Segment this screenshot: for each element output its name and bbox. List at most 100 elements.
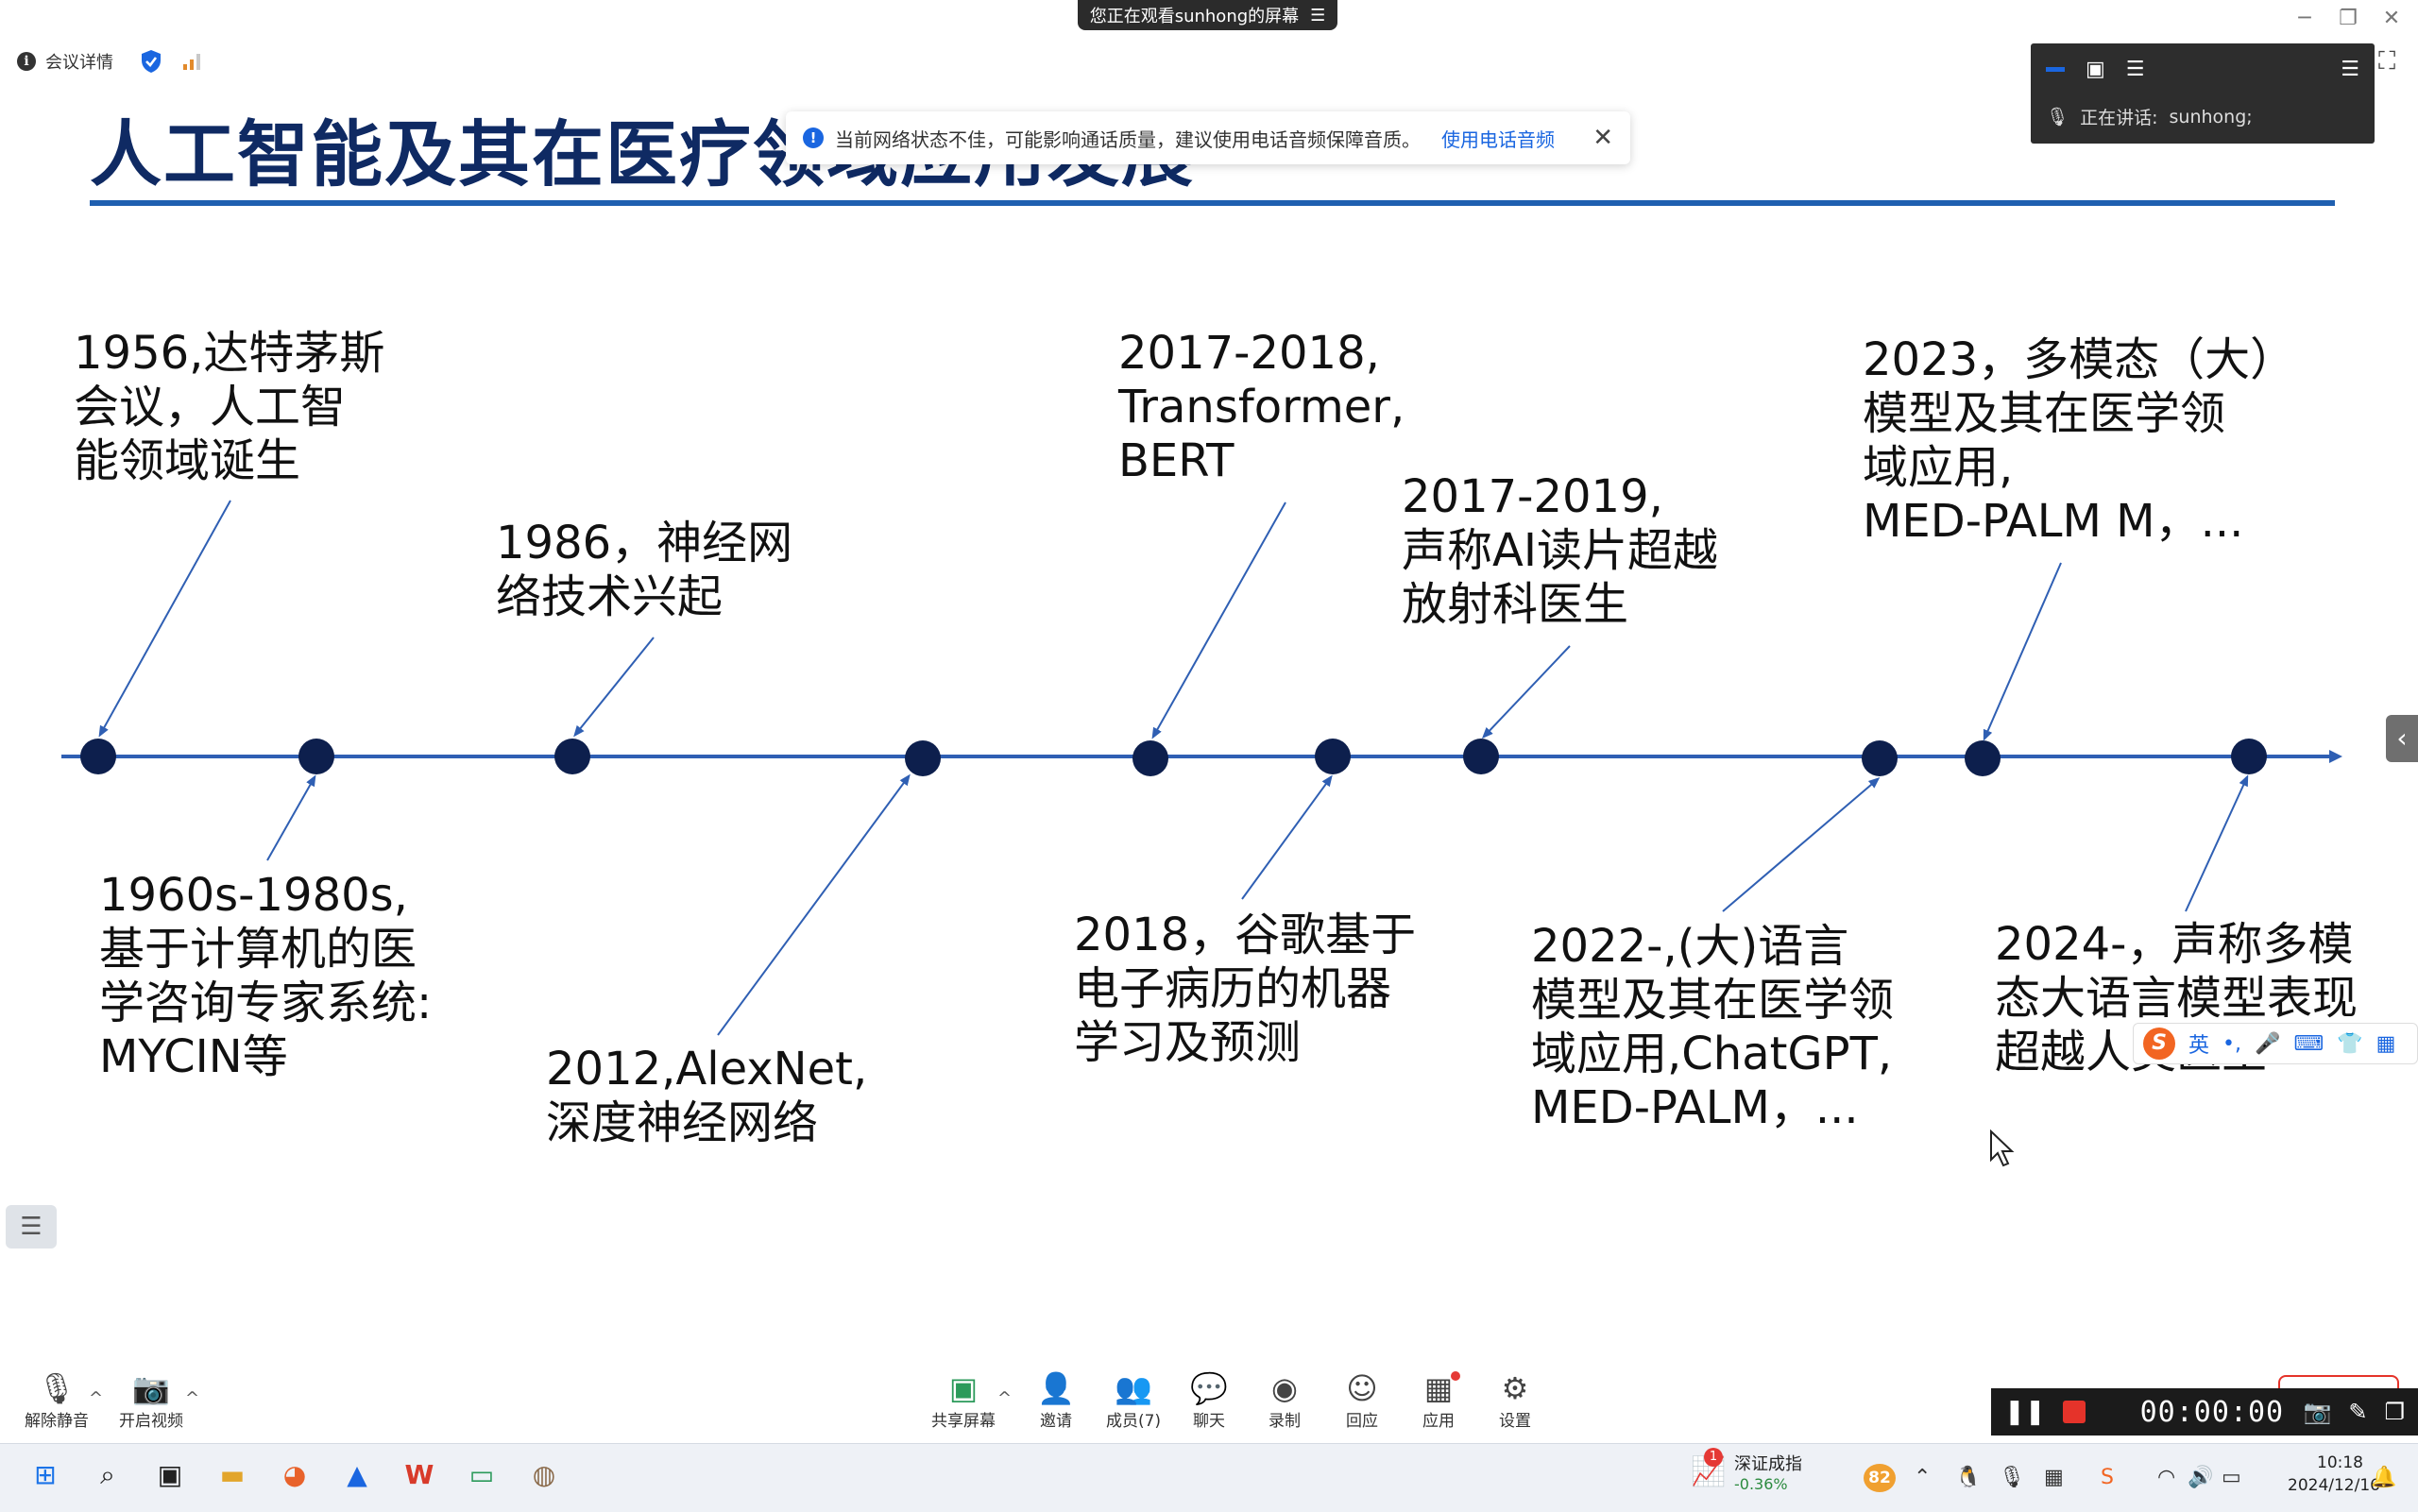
notification-bell-icon[interactable]: 🔔 bbox=[2371, 1466, 2396, 1489]
start-video-label: 开启视频 bbox=[119, 1412, 183, 1431]
reaction-label: 回应 bbox=[1346, 1412, 1378, 1431]
timeline-dot bbox=[554, 739, 590, 774]
punctuation-icon[interactable]: •, bbox=[2222, 1032, 2241, 1056]
apps-button[interactable]: ▦ 应用 bbox=[1401, 1369, 1476, 1431]
pointer-line bbox=[1983, 562, 2062, 741]
timeline-event-label: 1960s-1980s, 基于计算机的医 学咨询专家系统: MYCIN等 bbox=[99, 869, 433, 1083]
pointer-line bbox=[98, 500, 231, 738]
members-icon: 👥 bbox=[1115, 1370, 1152, 1406]
chat-icon: 💬 bbox=[1190, 1370, 1228, 1406]
pointer-line bbox=[1722, 777, 1881, 912]
chevron-up-icon[interactable]: ⌃ bbox=[1914, 1466, 1931, 1489]
network-icon[interactable]: ▦ bbox=[2044, 1466, 2064, 1489]
wps-icon[interactable]: W bbox=[399, 1454, 440, 1496]
timeline-event-label: 1986，神经网 络技术兴起 bbox=[496, 517, 793, 623]
timeline-dot bbox=[1315, 739, 1351, 774]
speaker-name: sunhong; bbox=[2169, 106, 2253, 127]
chat-button[interactable]: 💬 聊天 bbox=[1171, 1369, 1247, 1431]
clock-date: 2024/12/16 bbox=[2288, 1476, 2380, 1495]
task-view-icon[interactable]: ▣ bbox=[149, 1454, 191, 1496]
keyboard-icon[interactable]: ⌨ bbox=[2293, 1032, 2324, 1056]
voice-input-icon[interactable]: 🎤 bbox=[2255, 1032, 2280, 1056]
chevron-up-icon[interactable]: ^ bbox=[89, 1388, 103, 1408]
list-toggle-button[interactable]: ☰ bbox=[6, 1205, 57, 1249]
gear-icon: ⚙ bbox=[1501, 1370, 1529, 1406]
taskbar-clock[interactable]: 10:18 2024/12/16 bbox=[2288, 1452, 2380, 1497]
pointer-line bbox=[1151, 501, 1286, 739]
pointer-line bbox=[1481, 645, 1571, 739]
info-icon: ! bbox=[803, 127, 824, 148]
fullscreen-icon[interactable]: ⛶ bbox=[2378, 47, 2395, 76]
sogou-tray-icon[interactable]: S bbox=[2101, 1466, 2114, 1489]
windows-start-icon[interactable]: ⊞ bbox=[25, 1454, 66, 1496]
share-screen-icon: ▣ bbox=[948, 1370, 979, 1406]
network-warning-toast: ! 当前网络状态不佳，可能影响通话质量，建议使用电话音频保障音质。 使用电话音频… bbox=[786, 111, 1630, 164]
timeline-event-label: 2022-,(大)语言 模型及其在医学领 域应用,ChatGPT, MED-PA… bbox=[1531, 920, 1895, 1134]
share-screen-label: 共享屏幕 bbox=[931, 1412, 996, 1431]
network-warning-text: 当前网络状态不佳，可能影响通话质量，建议使用电话音频保障音质。 bbox=[835, 127, 1421, 151]
timeline-dot bbox=[2231, 739, 2267, 774]
video-off-icon: 📷 bbox=[132, 1370, 170, 1406]
timeline-dot bbox=[905, 740, 941, 776]
invite-button[interactable]: 👤 邀请 bbox=[1018, 1369, 1094, 1431]
toolbox-icon[interactable]: ▦ bbox=[2376, 1032, 2396, 1056]
unmute-label: 解除静音 bbox=[25, 1412, 89, 1431]
timeline-dot bbox=[1132, 740, 1168, 776]
screen-app-icon[interactable]: ▭ bbox=[461, 1454, 502, 1496]
use-phone-audio-link[interactable]: 使用电话音频 bbox=[1441, 125, 1555, 152]
wifi-icon[interactable]: ◠ bbox=[2157, 1466, 2175, 1489]
muted-mic-icon: 🎙 bbox=[2046, 107, 2069, 127]
side-panel-toggle[interactable]: ‹ bbox=[2386, 715, 2418, 762]
skin-icon[interactable]: 👕 bbox=[2337, 1032, 2362, 1056]
timeline-dot bbox=[1862, 740, 1898, 776]
camera-icon[interactable]: 📷 bbox=[2303, 1399, 2331, 1425]
microphone-icon[interactable]: 🎙 bbox=[1999, 1466, 2025, 1489]
chevron-up-icon[interactable]: ^ bbox=[185, 1388, 199, 1408]
pause-icon[interactable]: ❚❚ bbox=[2004, 1398, 2046, 1426]
qq-icon[interactable]: 🐧 bbox=[1955, 1466, 1981, 1489]
close-icon[interactable]: ✕ bbox=[1592, 124, 1613, 152]
user-avatar-icon[interactable]: ◍ bbox=[523, 1454, 565, 1496]
settings-button[interactable]: ⚙ 设置 bbox=[1477, 1369, 1553, 1431]
window-icon[interactable]: ❐ bbox=[2384, 1399, 2405, 1425]
app-badge[interactable]: 82 bbox=[1864, 1464, 1896, 1492]
firefox-icon[interactable]: ◕ bbox=[274, 1454, 315, 1496]
stop-record-button[interactable] bbox=[2062, 1401, 2086, 1423]
chevron-up-icon[interactable]: ^ bbox=[997, 1388, 1012, 1408]
pointer-line bbox=[2185, 774, 2249, 912]
battery-icon[interactable]: ▭ bbox=[2222, 1466, 2241, 1489]
members-button[interactable]: 👥 成员(7) bbox=[1096, 1369, 1171, 1431]
panel-menu-icon[interactable]: ☰ bbox=[2341, 58, 2359, 81]
ime-toolbar[interactable]: S 英 •, 🎤 ⌨ 👕 ▦ bbox=[2133, 1023, 2418, 1064]
timeline-event-label: 1956,达特茅斯 会议，人工智 能领域诞生 bbox=[74, 327, 385, 487]
invite-label: 邀请 bbox=[1040, 1412, 1072, 1431]
pointer-line bbox=[1241, 774, 1333, 900]
search-icon[interactable]: ⌕ bbox=[87, 1454, 128, 1496]
start-video-button[interactable]: 📷 开启视频 bbox=[113, 1369, 189, 1431]
stock-name: 深证成指 bbox=[1734, 1454, 1802, 1474]
collapse-panel-icon[interactable] bbox=[2046, 66, 2065, 72]
apps-label: 应用 bbox=[1422, 1412, 1455, 1431]
share-screen-button[interactable]: ▣ 共享屏幕 bbox=[926, 1369, 1001, 1431]
list-icon: ☰ bbox=[20, 1213, 43, 1241]
reaction-button[interactable]: ☺ 回应 bbox=[1324, 1369, 1400, 1431]
record-button[interactable]: ◉ 录制 bbox=[1247, 1369, 1322, 1431]
window-view-icon[interactable]: ▣ bbox=[2086, 58, 2105, 81]
members-label: 成员(7) bbox=[1105, 1412, 1162, 1431]
speaking-label: 正在讲话: bbox=[2080, 108, 2158, 128]
stock-widget[interactable]: 📈 1 深证成指 -0.36% bbox=[1691, 1447, 1802, 1493]
pointer-line bbox=[573, 637, 655, 738]
file-explorer-icon[interactable]: ▬ bbox=[212, 1454, 253, 1496]
clock-time: 10:18 bbox=[2317, 1453, 2363, 1472]
unmute-button[interactable]: 🎙 解除静音 bbox=[19, 1369, 94, 1431]
timeline-event-label: 2012,AlexNet, 深度神经网络 bbox=[546, 1043, 868, 1149]
record-label: 录制 bbox=[1269, 1412, 1301, 1431]
sogou-logo-icon[interactable]: S bbox=[2143, 1028, 2175, 1060]
ime-language-toggle[interactable]: 英 bbox=[2188, 1028, 2209, 1059]
mouse-cursor-icon bbox=[1990, 1130, 2015, 1167]
pen-icon[interactable]: ✎ bbox=[2348, 1399, 2367, 1425]
volume-icon[interactable]: 🔊 bbox=[2188, 1466, 2213, 1489]
meeting-app-icon[interactable]: ▲ bbox=[336, 1454, 378, 1496]
list-view-icon[interactable]: ☰ bbox=[2126, 58, 2145, 81]
timeline-dot bbox=[1965, 740, 2001, 776]
